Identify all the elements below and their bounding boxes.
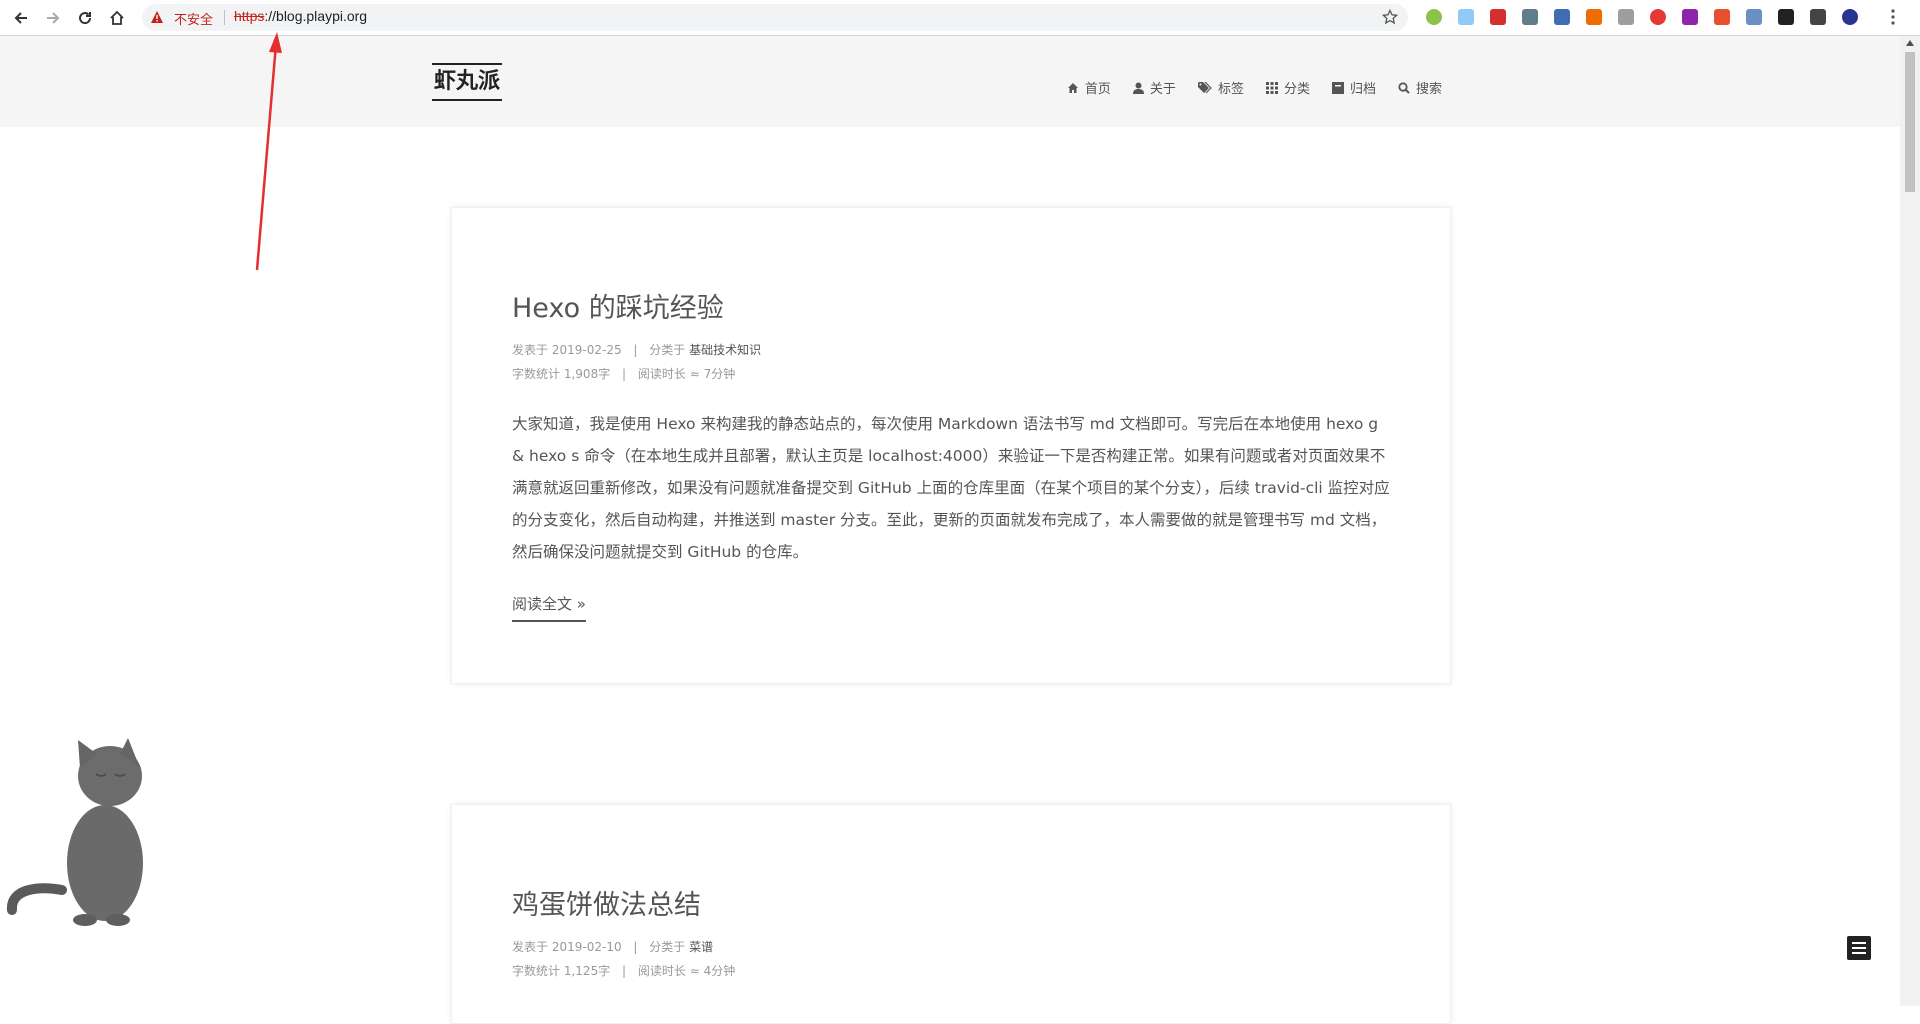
category-label: 分类于 xyxy=(649,343,686,357)
scrollbar-thumb[interactable] xyxy=(1905,52,1915,192)
post-date: 2019-02-10 xyxy=(551,940,622,954)
archive-icon xyxy=(1331,81,1344,94)
reload-button[interactable] xyxy=(74,7,96,29)
readtime-label: 阅读时长 ≈ xyxy=(637,964,700,978)
back-arrow-icon xyxy=(14,12,27,24)
bookmark-star-icon[interactable] xyxy=(1382,9,1398,25)
post-readtime: 4分钟 xyxy=(703,964,736,978)
menu-item-categories[interactable]: 分类 xyxy=(1265,78,1310,97)
annotation-arrow xyxy=(255,32,282,271)
post-date: 2019-02-25 xyxy=(551,343,622,357)
address-separator xyxy=(224,10,225,25)
post-category-link[interactable]: 基础技术知识 xyxy=(689,343,761,357)
scroll-up-icon[interactable] xyxy=(1906,40,1914,46)
menu-item-archive[interactable]: 归档 xyxy=(1331,78,1376,97)
home-button[interactable] xyxy=(106,7,128,29)
ext-purple-icon[interactable] xyxy=(1682,9,1698,25)
home-icon xyxy=(1067,82,1078,93)
site-menu: 首页 关于 标签 分类 归档 搜索 xyxy=(1067,78,1442,97)
ext-cloud-icon[interactable] xyxy=(1458,9,1474,25)
forward-button[interactable] xyxy=(42,7,64,29)
ext-umbrella-icon[interactable] xyxy=(1618,9,1634,25)
post-wordcount: 1,125字 xyxy=(563,964,611,978)
wordcount-label: 字数统计 xyxy=(512,367,561,381)
ext-fox-icon[interactable] xyxy=(1586,9,1602,25)
menu-item-home[interactable]: 首页 xyxy=(1067,78,1111,97)
post-excerpt: 大家知道，我是使用 Hexo 来构建我的静态站点的，每次使用 Markdown … xyxy=(512,415,1390,561)
ext-abp-icon[interactable] xyxy=(1490,9,1506,25)
menu-label: 标签 xyxy=(1217,82,1244,97)
reload-icon xyxy=(79,12,92,25)
readtime-label: 阅读时长 ≈ xyxy=(637,367,700,381)
site-brand[interactable]: 虾丸派 xyxy=(432,63,503,101)
post-card: 鸡蛋饼做法总结 发表于 2019-02-10 | 分类于 菜谱 字数统计 1,1… xyxy=(451,804,1451,1024)
ext-red-circle-icon[interactable] xyxy=(1650,9,1666,25)
browser-menu-icon[interactable] xyxy=(1890,8,1896,26)
ext-black-x-icon[interactable] xyxy=(1778,9,1794,25)
menu-label: 关于 xyxy=(1149,82,1176,97)
read-more-link[interactable]: 阅读全文 » xyxy=(512,593,586,622)
ext-green-circle-icon[interactable] xyxy=(1426,9,1442,25)
ext-ip-icon[interactable] xyxy=(1522,9,1538,25)
menu-label: 分类 xyxy=(1283,82,1310,97)
sidebar-toggle-button[interactable] xyxy=(1847,936,1871,960)
posted-label: 发表于 xyxy=(512,343,549,357)
url-scheme: https xyxy=(234,8,265,24)
posted-label: 发表于 xyxy=(512,940,549,954)
post-title[interactable]: Hexo 的踩坑经验 xyxy=(512,286,724,325)
post-meta-line-2: 字数统计 1,908字 | 阅读时长 ≈ 7分钟 xyxy=(512,367,736,381)
menu-label: 首页 xyxy=(1084,82,1111,97)
wordcount-label: 字数统计 xyxy=(512,964,561,978)
menu-item-about[interactable]: 关于 xyxy=(1132,78,1176,97)
warning-icon xyxy=(151,11,163,23)
forward-arrow-icon xyxy=(47,12,60,24)
post-card: Hexo 的踩坑经验 发表于 2019-02-25 | 分类于 基础技术知识 字… xyxy=(451,207,1451,684)
post-meta-line-1: 发表于 2019-02-10 | 分类于 菜谱 xyxy=(512,940,714,954)
post-meta-line-2: 字数统计 1,125字 | 阅读时长 ≈ 4分钟 xyxy=(512,964,736,978)
address-bar[interactable]: 不安全 https://blog.playpi.org xyxy=(142,4,1408,31)
search-icon xyxy=(1398,81,1410,94)
user-icon xyxy=(1132,82,1144,94)
ext-blue-round-icon[interactable] xyxy=(1746,9,1762,25)
ext-aperture-icon[interactable] xyxy=(1810,9,1826,25)
post-title[interactable]: 鸡蛋饼做法总结 xyxy=(512,883,701,922)
url-text[interactable]: https://blog.playpi.org xyxy=(234,8,367,24)
url-host: ://blog.playpi.org xyxy=(264,8,368,24)
home-outline-icon xyxy=(110,10,124,25)
post-meta-line-1: 发表于 2019-02-25 | 分类于 基础技术知识 xyxy=(512,343,762,357)
category-label: 分类于 xyxy=(649,940,686,954)
ext-weibo-icon[interactable] xyxy=(1714,9,1730,25)
post-meta: 发表于 2019-02-10 | 分类于 菜谱 字数统计 1,125字 | 阅读… xyxy=(512,935,735,983)
cat-mascot[interactable] xyxy=(0,728,150,928)
menu-item-search[interactable]: 搜索 xyxy=(1398,78,1442,97)
security-status[interactable]: 不安全 xyxy=(174,9,213,28)
ext-navy-circle-icon[interactable] xyxy=(1842,9,1858,25)
tags-icon xyxy=(1197,81,1212,93)
post-category-link[interactable]: 菜谱 xyxy=(689,940,713,954)
post-meta: 发表于 2019-02-25 | 分类于 基础技术知识 字数统计 1,908字 … xyxy=(512,338,761,386)
post-readtime: 7分钟 xyxy=(703,367,736,381)
page-scrollbar[interactable] xyxy=(1900,36,1920,1006)
grid-icon xyxy=(1265,81,1278,94)
menu-item-tags[interactable]: 标签 xyxy=(1197,78,1244,97)
ext-star-box-icon[interactable] xyxy=(1554,9,1570,25)
back-button[interactable] xyxy=(10,7,32,29)
menu-label: 归档 xyxy=(1349,82,1376,97)
menu-label: 搜索 xyxy=(1415,82,1442,97)
post-wordcount: 1,908字 xyxy=(563,367,611,381)
hamburger-icon xyxy=(1852,942,1866,954)
